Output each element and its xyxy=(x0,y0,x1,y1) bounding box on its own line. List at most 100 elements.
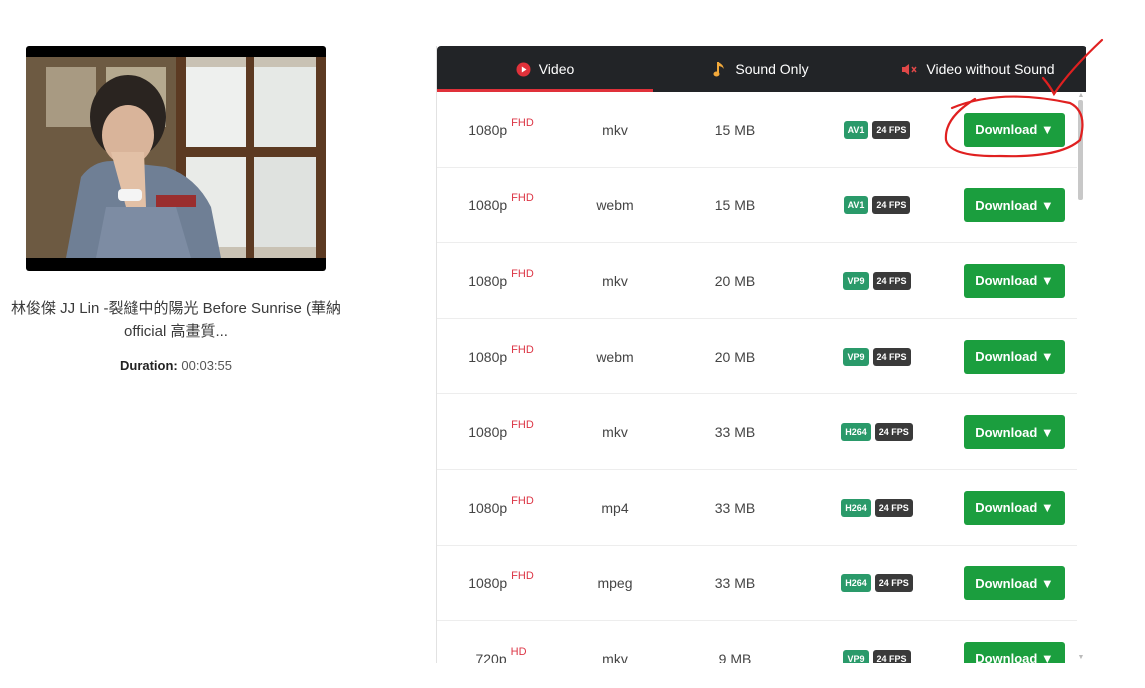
scrollbar-thumb[interactable] xyxy=(1078,100,1083,200)
resolution-cell: 1080p FHD xyxy=(437,319,565,395)
download-options-list: 1080p FHD mkv 15 MB AV1 24 FPS Download ▼ … xyxy=(437,92,1077,663)
resolution: 1080p xyxy=(468,121,508,138)
table-row: 1080p FHD mpeg 33 MB H264 24 FPS Download … xyxy=(437,546,1077,622)
fps-badge: 24 FPS xyxy=(872,347,911,366)
codec-badge: VP9 xyxy=(843,649,869,663)
size-cell: 15 MB xyxy=(714,197,756,214)
badges-cell: VP9 24 FPS xyxy=(807,621,947,663)
download-button[interactable]: Download ▼ xyxy=(964,490,1065,525)
format-cell: mpeg xyxy=(597,575,633,592)
codec-badge: AV1 xyxy=(843,120,869,139)
codec-badge: VP9 xyxy=(843,271,869,290)
resolution-cell: 1080p FHD xyxy=(437,243,565,319)
format-cell: mkv xyxy=(602,424,628,441)
size-cell: 9 MB xyxy=(718,650,752,663)
video-thumbnail[interactable] xyxy=(26,46,326,271)
quality-tag: FHD xyxy=(511,343,534,356)
download-cell: Download ▼ xyxy=(964,546,1065,622)
fps-badge: 24 FPS xyxy=(874,574,913,593)
resolution: 1080p xyxy=(468,424,508,441)
muted-speaker-icon xyxy=(901,63,918,76)
video-title: 林俊傑 JJ Lin -裂縫中的陽光 Before Sunrise (華納 of… xyxy=(10,300,342,340)
size-cell: 20 MB xyxy=(714,272,756,289)
tab-video-without-sound[interactable]: Video without Sound xyxy=(869,46,1086,92)
codec-badge: VP9 xyxy=(843,347,869,366)
scroll-down-icon[interactable]: ▼ xyxy=(1077,654,1085,662)
size-cell: 20 MB xyxy=(714,348,756,365)
codec-badge: H264 xyxy=(841,423,871,442)
duration-value: 00:03:55 xyxy=(181,358,232,373)
download-button[interactable]: Download ▼ xyxy=(964,188,1065,223)
format-cell: mkv xyxy=(602,121,628,138)
download-cell: Download ▼ xyxy=(964,621,1065,663)
download-button[interactable]: Download ▼ xyxy=(964,641,1065,663)
resolution-cell: 1080p FHD xyxy=(437,394,565,470)
tab-sound-only-label: Sound Only xyxy=(735,61,809,77)
resolution-cell: 1080p FHD xyxy=(437,546,565,622)
download-cell: Download ▼ xyxy=(964,319,1065,395)
format-cell: mp4 xyxy=(601,499,629,516)
download-cell: Download ▼ xyxy=(964,394,1065,470)
download-cell: Download ▼ xyxy=(964,470,1065,546)
table-row: 1080p FHD mp4 33 MB H264 24 FPS Download ▼ xyxy=(437,470,1077,546)
play-circle-icon xyxy=(516,62,531,77)
size-cell: 15 MB xyxy=(714,121,756,138)
codec-badge: AV1 xyxy=(843,196,869,215)
duration-label: Duration: xyxy=(119,358,178,373)
quality-tag: FHD xyxy=(511,192,534,205)
resolution-cell: 1080p FHD xyxy=(437,168,565,244)
size-cell: 33 MB xyxy=(714,499,756,516)
download-button[interactable]: Download ▼ xyxy=(964,566,1065,601)
format-tabs: Video Sound Only Video without Sound xyxy=(437,46,1086,92)
resolution: 1080p xyxy=(468,197,508,214)
download-button[interactable]: Download ▼ xyxy=(964,112,1065,147)
quality-tag: FHD xyxy=(511,116,534,129)
fps-badge: 24 FPS xyxy=(872,120,911,139)
resolution: 1080p xyxy=(468,348,508,365)
resolution: 1080p xyxy=(468,499,508,516)
codec-badge: H264 xyxy=(841,574,871,593)
format-cell: webm xyxy=(596,197,634,214)
download-cell: Download ▼ xyxy=(964,92,1065,168)
download-cell: Download ▼ xyxy=(964,243,1065,319)
fps-badge: 24 FPS xyxy=(872,649,911,663)
scroll-up-icon[interactable]: ▲ xyxy=(1077,92,1085,100)
fps-badge: 24 FPS xyxy=(872,271,911,290)
thumbnail-image xyxy=(26,57,326,258)
format-cell: mkv xyxy=(602,272,628,289)
table-row: 1080p FHD webm 20 MB VP9 24 FPS Download ▼ xyxy=(437,319,1077,395)
quality-tag: FHD xyxy=(511,570,534,583)
table-row: 1080p FHD mkv 15 MB AV1 24 FPS Download ▼ xyxy=(437,92,1077,168)
badges-cell: VP9 24 FPS xyxy=(807,243,947,319)
codec-badge: H264 xyxy=(841,498,871,517)
fps-badge: 24 FPS xyxy=(874,498,913,517)
music-note-icon xyxy=(713,61,727,78)
tab-video-without-sound-label: Video without Sound xyxy=(926,61,1055,77)
quality-tag: FHD xyxy=(511,419,534,432)
resolution-cell: 720p HD xyxy=(437,621,565,663)
fps-badge: 24 FPS xyxy=(874,423,913,442)
table-row: 1080p FHD mkv 20 MB VP9 24 FPS Download ▼ xyxy=(437,243,1077,319)
tab-video[interactable]: Video xyxy=(437,46,653,92)
download-cell: Download ▼ xyxy=(964,168,1065,244)
resolution-cell: 1080p FHD xyxy=(437,470,565,546)
resolution: 1080p xyxy=(468,272,508,289)
download-button[interactable]: Download ▼ xyxy=(964,415,1065,450)
list-scrollbar[interactable]: ▲ ▼ xyxy=(1077,92,1085,662)
video-duration: Duration: 00:03:55 xyxy=(0,358,352,373)
download-button[interactable]: Download ▼ xyxy=(964,263,1065,298)
download-button[interactable]: Download ▼ xyxy=(964,339,1065,374)
resolution: 720p xyxy=(475,650,507,663)
badges-cell: AV1 24 FPS xyxy=(807,168,947,244)
tab-sound-only[interactable]: Sound Only xyxy=(653,46,869,92)
badges-cell: VP9 24 FPS xyxy=(807,319,947,395)
tab-video-label: Video xyxy=(538,61,575,77)
quality-tag: FHD xyxy=(511,267,534,280)
size-cell: 33 MB xyxy=(714,424,756,441)
badges-cell: AV1 24 FPS xyxy=(807,92,947,168)
badges-cell: H264 24 FPS xyxy=(807,546,947,622)
table-row: 1080p FHD mkv 33 MB H264 24 FPS Download ▼ xyxy=(437,394,1077,470)
format-cell: webm xyxy=(596,348,634,365)
size-cell: 33 MB xyxy=(714,575,756,592)
quality-tag: FHD xyxy=(511,494,534,507)
